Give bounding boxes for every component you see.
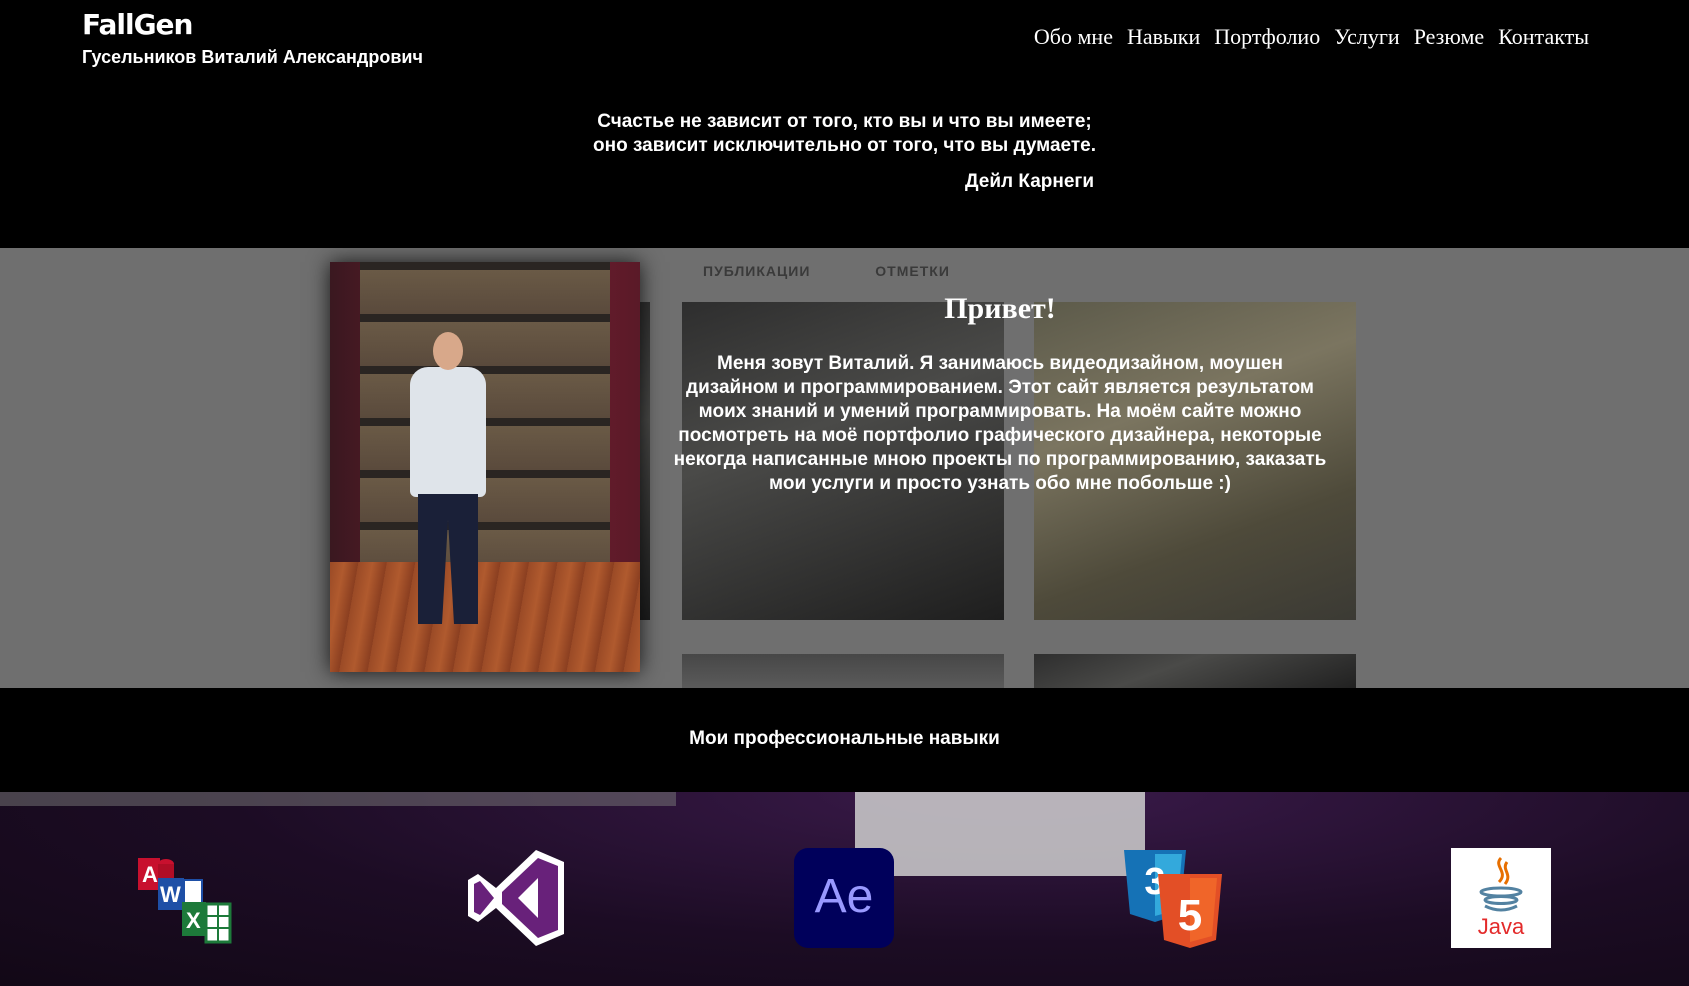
nav-portfolio[interactable]: Портфолио	[1214, 24, 1320, 50]
site-logo[interactable]: FallGen	[82, 8, 193, 41]
person-shirt	[410, 367, 486, 497]
ms-office-icon: A W X	[136, 848, 236, 948]
profile-photo	[330, 262, 640, 672]
svg-text:A: A	[142, 862, 158, 887]
person-head	[433, 332, 463, 370]
quote-text: Счастье не зависит от того, кто вы и что…	[0, 110, 1689, 158]
svg-text:5: 5	[1178, 891, 1202, 940]
site-header: FallGen Гусельников Виталий Александрови…	[0, 0, 1689, 248]
intro-text: Меня зовут Виталий. Я занимаюсь видеодиз…	[673, 353, 1327, 494]
nav-resume[interactable]: Резюме	[1414, 24, 1485, 50]
ae-label: Ae	[815, 870, 874, 923]
background-tabs: ПУБЛИКАЦИИ ОТМЕТКИ	[703, 263, 1010, 279]
skills-header: Мои профессиональные навыки	[0, 688, 1689, 792]
svg-text:W: W	[160, 882, 181, 907]
java-icon: Java	[1451, 848, 1551, 948]
hero-section: ПУБЛИКАЦИИ ОТМЕТКИ Привет! Меня зовут Ви…	[0, 248, 1689, 688]
background-tile	[682, 654, 1004, 688]
quote-line-2: оно зависит исключительно от того, что в…	[593, 135, 1096, 156]
java-label: Java	[1478, 914, 1525, 939]
tab-publications: ПУБЛИКАЦИИ	[703, 263, 811, 279]
css3-html5-icon: 3 5	[1122, 848, 1222, 948]
visual-studio-icon	[466, 848, 566, 948]
after-effects-icon: Ae	[794, 848, 894, 948]
background-toolbar	[0, 792, 676, 806]
tab-tagged: ОТМЕТКИ	[875, 263, 950, 279]
owner-name: Гусельников Виталий Александрович	[82, 47, 423, 67]
svg-text:X: X	[186, 908, 201, 933]
background-screenshot	[855, 792, 1145, 876]
nav-about[interactable]: Обо мне	[1034, 24, 1113, 50]
floor	[330, 562, 640, 672]
nav-services[interactable]: Услуги	[1334, 24, 1399, 50]
main-nav: Обо мне Навыки Портфолио Услуги Резюме К…	[1034, 24, 1589, 50]
quote-line-1: Счастье не зависит от того, кто вы и что…	[597, 111, 1092, 132]
nav-skills[interactable]: Навыки	[1127, 24, 1200, 50]
skills-icons: A W X Ae 3 5 Java	[0, 792, 1689, 986]
hello-title: Привет!	[944, 292, 1056, 325]
nav-contacts[interactable]: Контакты	[1498, 24, 1589, 50]
quote-author: Дейл Карнеги	[965, 171, 1095, 192]
background-tile	[1034, 654, 1356, 688]
skills-title: Мои профессиональные навыки	[689, 728, 1000, 749]
hello-title-wrap: Привет!	[700, 292, 1300, 326]
